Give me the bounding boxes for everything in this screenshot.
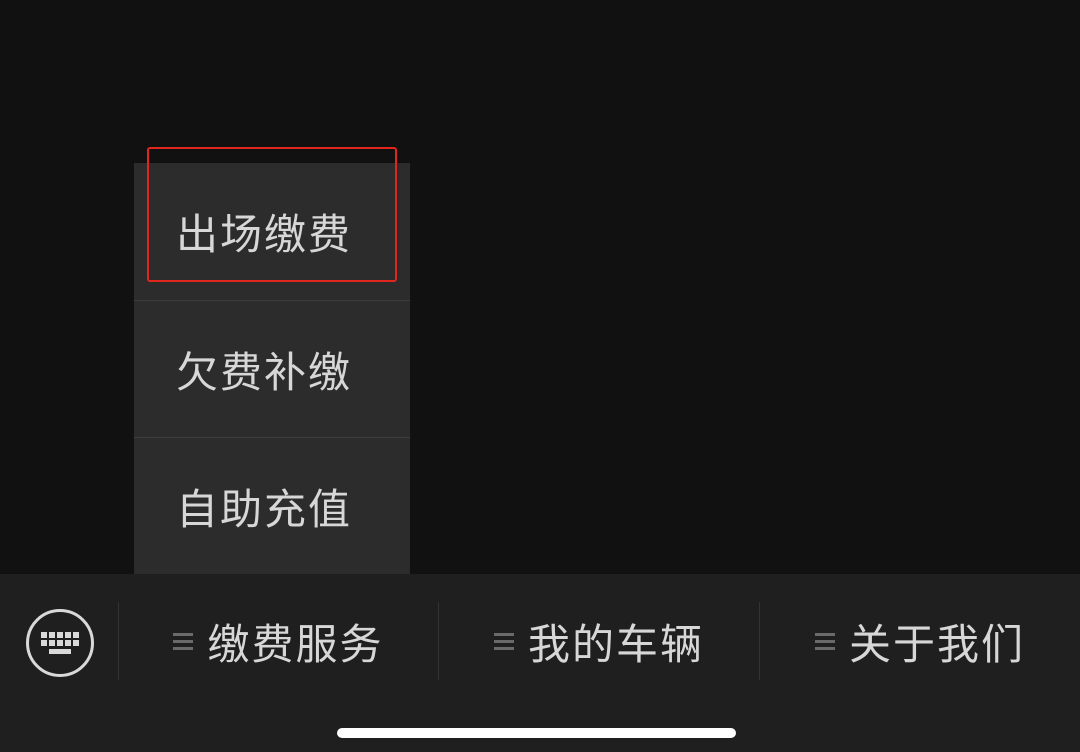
tab-label: 缴费服务 — [207, 619, 384, 669]
popup-submenu: 出场缴费 欠费补缴 自助充值 — [134, 163, 410, 574]
menu-lines-icon — [173, 629, 194, 654]
wechat-official-account-screen: 出场缴费 欠费补缴 自助充值 缴费服务 我的车辆 关于我们 — [0, 0, 1080, 752]
tab-label: 关于我们 — [848, 619, 1025, 669]
bottom-menu-bar: 缴费服务 我的车辆 关于我们 — [0, 574, 1080, 752]
submenu-item-label: 自助充值 — [176, 484, 353, 534]
submenu-item-label: 出场缴费 — [176, 210, 353, 259]
tab-label: 我的车辆 — [527, 619, 704, 669]
submenu-item-self-recharge[interactable]: 自助充值 — [134, 437, 410, 574]
home-indicator[interactable] — [337, 728, 736, 738]
keyboard-icon — [41, 632, 79, 654]
submenu-item-label: 欠费补缴 — [176, 347, 353, 397]
keyboard-toggle-button[interactable] — [26, 609, 94, 677]
menu-lines-icon — [493, 629, 514, 654]
tab-payment-service[interactable]: 缴费服务 — [119, 602, 438, 680]
tab-about-us[interactable]: 关于我们 — [760, 602, 1080, 680]
submenu-item-exit-payment[interactable]: 出场缴费 — [134, 163, 410, 300]
tab-my-vehicles[interactable]: 我的车辆 — [439, 602, 759, 680]
menu-lines-icon — [814, 629, 835, 654]
submenu-item-arrears-payment[interactable]: 欠费补缴 — [134, 300, 410, 437]
